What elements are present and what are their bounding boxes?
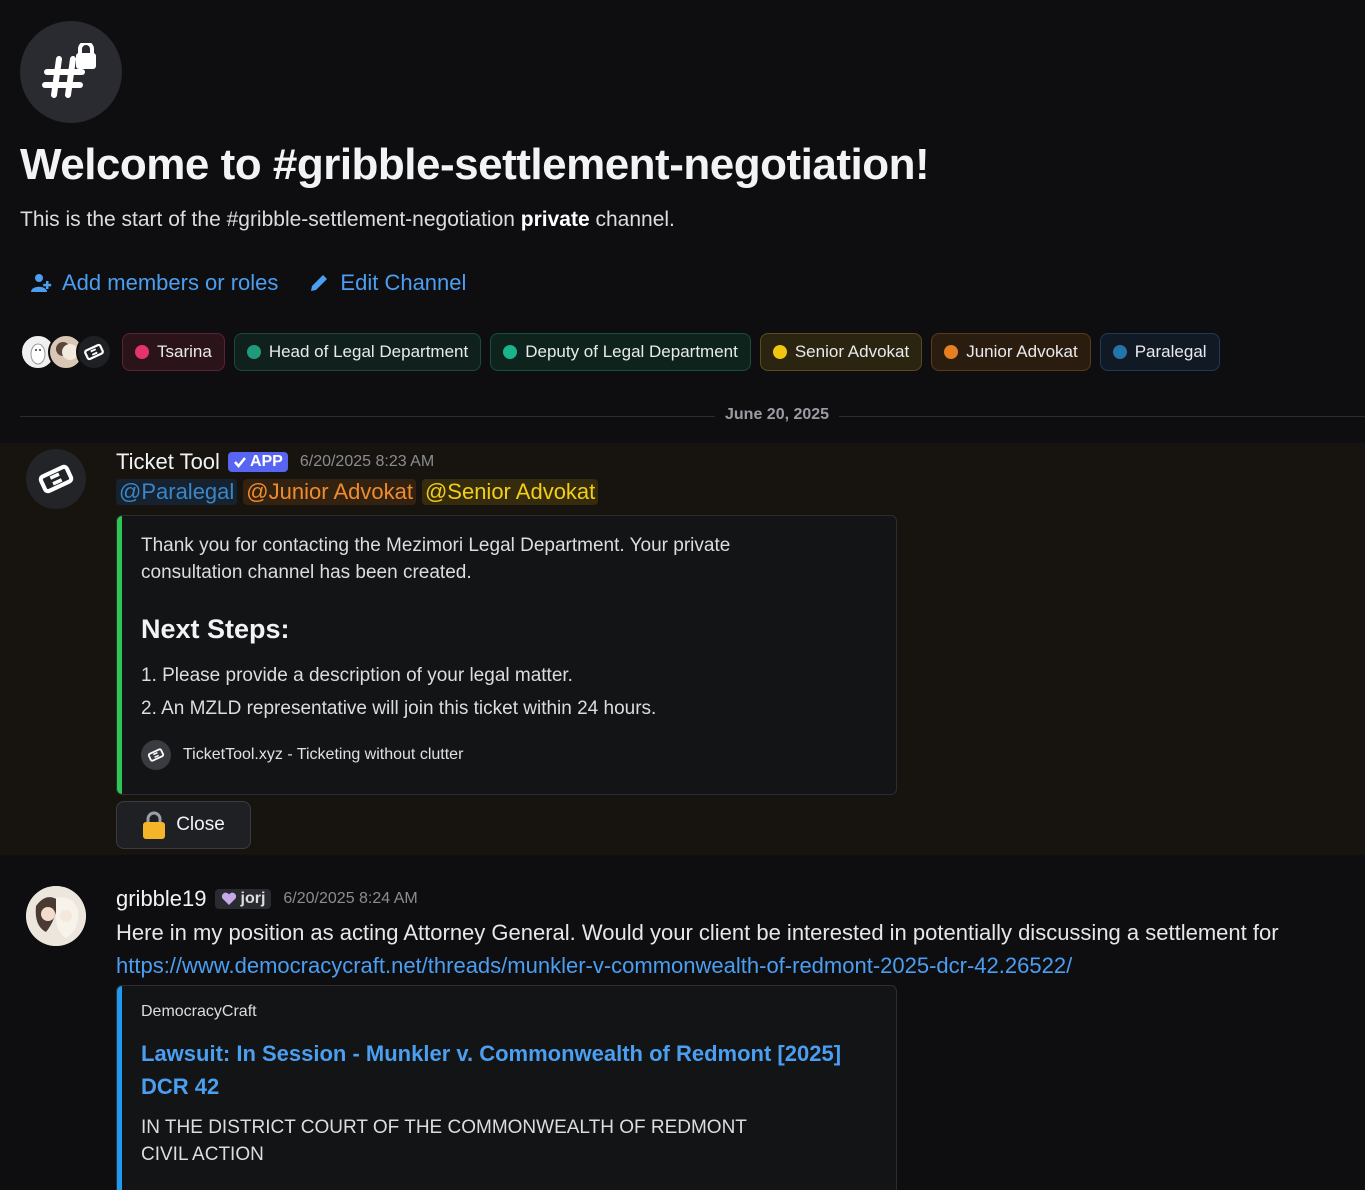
embed-provider: DemocracyCraft [141,1003,257,1020]
role-chip[interactable]: Tsarina [122,333,225,371]
embed-heading: Next Steps: [141,614,290,644]
role-label: Tsarina [157,342,212,361]
description-start: This is the start of the #gribble-settle… [20,208,515,231]
guild-tag[interactable]: jorj [214,889,272,909]
message-text: Here in my position as acting Attorney G… [116,920,1279,945]
role-mention[interactable]: @Junior Advokat [243,479,416,505]
embed-step: 2. An MZLD representative will join this… [141,698,657,719]
role-label: Senior Advokat [794,342,910,361]
edit-channel-label: Edit Channel [340,270,467,295]
role-color-dot [246,345,261,359]
channel-view: Welcome to #gribble-settlement-negotiati… [0,0,1365,1190]
role-chip[interactable]: Paralegal [1099,333,1220,371]
date-divider-label: June 20, 2025 [715,406,840,424]
lock-icon [143,811,166,839]
embed-accent-bar [117,986,122,1190]
role-color-dot [135,345,149,359]
member-role-list: Tsarina Head of Legal Department Deputy of… [20,333,1229,371]
heart-icon [221,892,236,905]
message-content: Here in my position as acting Attorney G… [116,916,1356,982]
page-title: Welcome to #gribble-settlement-negotiati… [20,140,930,189]
app-badge: APP [227,452,288,472]
description-bold: private [520,208,590,231]
username[interactable]: Ticket Tool [116,449,220,475]
add-members-icon [31,274,52,292]
member-avatars [20,334,112,370]
role-label: Deputy of Legal Department [525,342,738,361]
role-label: Paralegal [1134,342,1207,361]
guild-tag-label: jorj [240,890,266,907]
channel-actions: Add members or roles Edit Channel [30,270,466,296]
message-link[interactable]: https://www.democracycraft.net/threads/m… [116,953,1072,978]
timestamp[interactable]: 6/20/2025 8:23 AM [300,453,434,471]
date-divider [20,416,1365,417]
embed-footer: TicketTool.xyz - Ticketing without clutt… [141,740,876,770]
role-label: Head of Legal Department [268,342,469,361]
embed-footer-text: TicketTool.xyz - Ticketing without clutt… [183,746,464,763]
private-channel-icon [20,21,122,123]
embed-description-line: IN THE DISTRICT COURT OF THE COMMONWEALT… [141,1117,747,1138]
ticket-embed: Thank you for contacting the Mezimori Le… [116,515,897,795]
role-chip[interactable]: Senior Advokat [759,333,923,371]
embed-description: Thank you for contacting the Mezimori Le… [141,535,731,583]
role-chip[interactable]: Junior Advokat [931,333,1091,371]
ticket-icon [38,464,74,494]
role-color-dot [1112,345,1127,359]
embed-accent-bar [117,516,122,794]
embed-description-line: CIVIL ACTION [141,1144,264,1165]
embed-step: 1. Please provide a description of your … [141,665,573,686]
timestamp[interactable]: 6/20/2025 8:24 AM [283,890,417,908]
mentions: @Paralegal @Junior Advokat @Senior Advokat [116,479,599,505]
edit-channel-button[interactable]: Edit Channel [308,270,466,296]
role-mention[interactable]: @Senior Advokat [421,479,599,505]
username[interactable]: gribble19 [116,886,207,912]
role-chips: Tsarina Head of Legal Department Deputy of… [122,333,1229,371]
gribble19-avatar[interactable] [26,886,86,946]
ticket-bot-avatar[interactable] [76,334,112,370]
embed-title-link[interactable]: Lawsuit: In Session - Munkler v. Commonw… [141,1037,861,1103]
role-color-dot [944,345,959,359]
role-mention[interactable]: @Paralegal [116,479,238,505]
pencil-icon [311,275,328,291]
add-members-button[interactable]: Add members or roles [30,270,278,296]
role-chip[interactable]: Deputy of Legal Department [490,333,751,371]
close-button-label: Close [176,814,225,835]
link-embed: DemocracyCraft Lawsuit: In Session - Mun… [116,985,897,1190]
role-color-dot [503,345,518,359]
message-header: Ticket Tool APP 6/20/2025 8:23 AM [116,449,434,475]
role-color-dot [772,345,787,359]
role-label: Junior Advokat [966,342,1078,361]
role-chip[interactable]: Head of Legal Department [233,333,482,371]
ticket-icon [141,740,171,770]
ticket-tool-avatar[interactable] [26,449,86,509]
add-members-label: Add members or roles [62,270,279,295]
close-ticket-button[interactable]: Close [116,801,251,849]
channel-description: This is the start of the #gribble-settle… [20,208,675,232]
app-badge-label: APP [249,453,283,470]
checkmark-icon [233,457,246,468]
message-header: gribble19 jorj 6/20/2025 8:24 AM [116,886,418,912]
description-end: channel. [595,208,675,231]
